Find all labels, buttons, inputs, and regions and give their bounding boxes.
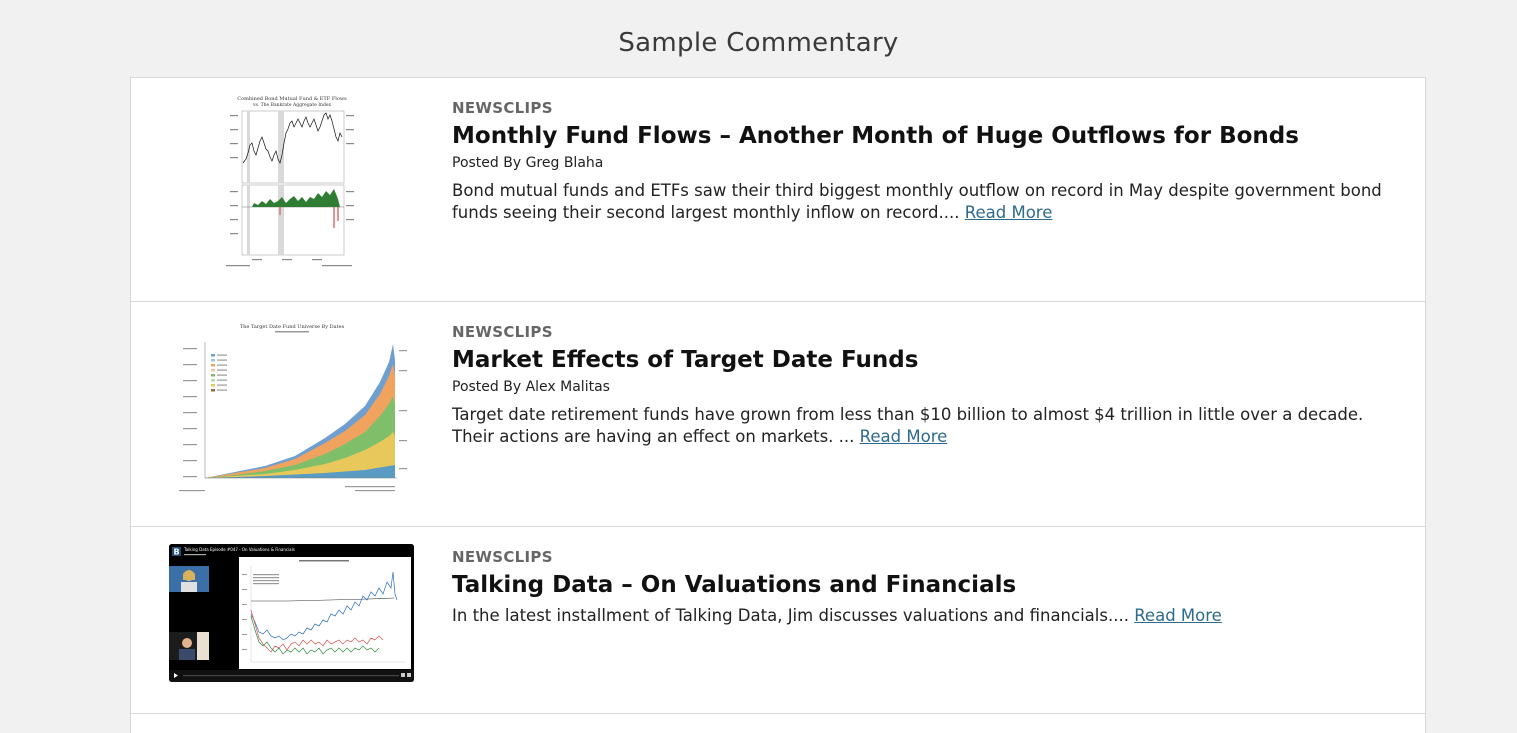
video-player-preview: B Talking Data Episode #047 - On Valuati…	[169, 544, 414, 682]
post-excerpt-text: In the latest installment of Talking Dat…	[452, 606, 1135, 625]
post-category[interactable]: NEWSCLIPS	[452, 548, 1385, 566]
target-date-chart-thumbnail: The Target Date Fund Universe By Dates	[175, 320, 409, 498]
thumbnail-title: The Target Date Fund Universe By Dates	[240, 324, 345, 330]
post-excerpt: Bond mutual funds and ETFs saw their thi…	[452, 180, 1385, 224]
thumbnail-subtitle: vs. The Bankrate Aggregate Index	[252, 102, 332, 108]
thumbnail-title: Combined Bond Mutual Fund & ETF Flows	[237, 96, 347, 102]
post-category[interactable]: NEWSCLIPS	[452, 323, 1385, 341]
post-author: Posted By Greg Blaha	[452, 155, 604, 171]
post-category[interactable]: NEWSCLIPS	[452, 99, 1385, 117]
post-thumbnail[interactable]: The Target Date Fund Universe By Dates	[175, 320, 409, 498]
read-more-link[interactable]: Read More	[1134, 606, 1222, 625]
post-content: NEWSCLIPS Market Effects of Target Date …	[452, 323, 1385, 448]
post-excerpt-text: Bond mutual funds and ETFs saw their thi…	[452, 181, 1382, 222]
post-thumbnail[interactable]: Combined Bond Mutual Fund & ETF Flows vs…	[222, 93, 362, 271]
post-content: NEWSCLIPS Monthly Fund Flows – Another M…	[452, 99, 1385, 224]
page: Sample Commentary Combined Bond Mutual F…	[0, 0, 1517, 733]
post-title[interactable]: Market Effects of Target Date Funds	[452, 344, 1385, 376]
bond-flows-chart-thumbnail: Combined Bond Mutual Fund & ETF Flows vs…	[222, 93, 362, 271]
post-card: The Target Date Fund Universe By Dates N…	[130, 301, 1426, 527]
video-thumbnail[interactable]: B Talking Data Episode #047 - On Valuati…	[169, 544, 414, 682]
post-excerpt: Target date retirement funds have grown …	[452, 404, 1385, 448]
post-card: Combined Bond Mutual Fund & ETF Flows vs…	[130, 77, 1426, 302]
post-title[interactable]: Talking Data – On Valuations and Financi…	[452, 569, 1385, 601]
post-card: B Talking Data Episode #047 - On Valuati…	[130, 526, 1426, 714]
page-title: Sample Commentary	[618, 28, 899, 58]
post-title[interactable]: Monthly Fund Flows – Another Month of Hu…	[452, 120, 1385, 152]
video-title: Talking Data Episode #047 - On Valuation…	[183, 547, 295, 552]
read-more-link[interactable]: Read More	[860, 427, 948, 446]
post-excerpt: In the latest installment of Talking Dat…	[452, 605, 1385, 627]
post-author: Posted By Alex Malitas	[452, 379, 610, 395]
channel-logo-icon: B	[173, 548, 179, 557]
post-card	[130, 713, 1426, 733]
post-list: Combined Bond Mutual Fund & ETF Flows vs…	[130, 77, 1426, 733]
read-more-link[interactable]: Read More	[965, 203, 1053, 222]
post-content: NEWSCLIPS Talking Data – On Valuations a…	[452, 548, 1385, 627]
